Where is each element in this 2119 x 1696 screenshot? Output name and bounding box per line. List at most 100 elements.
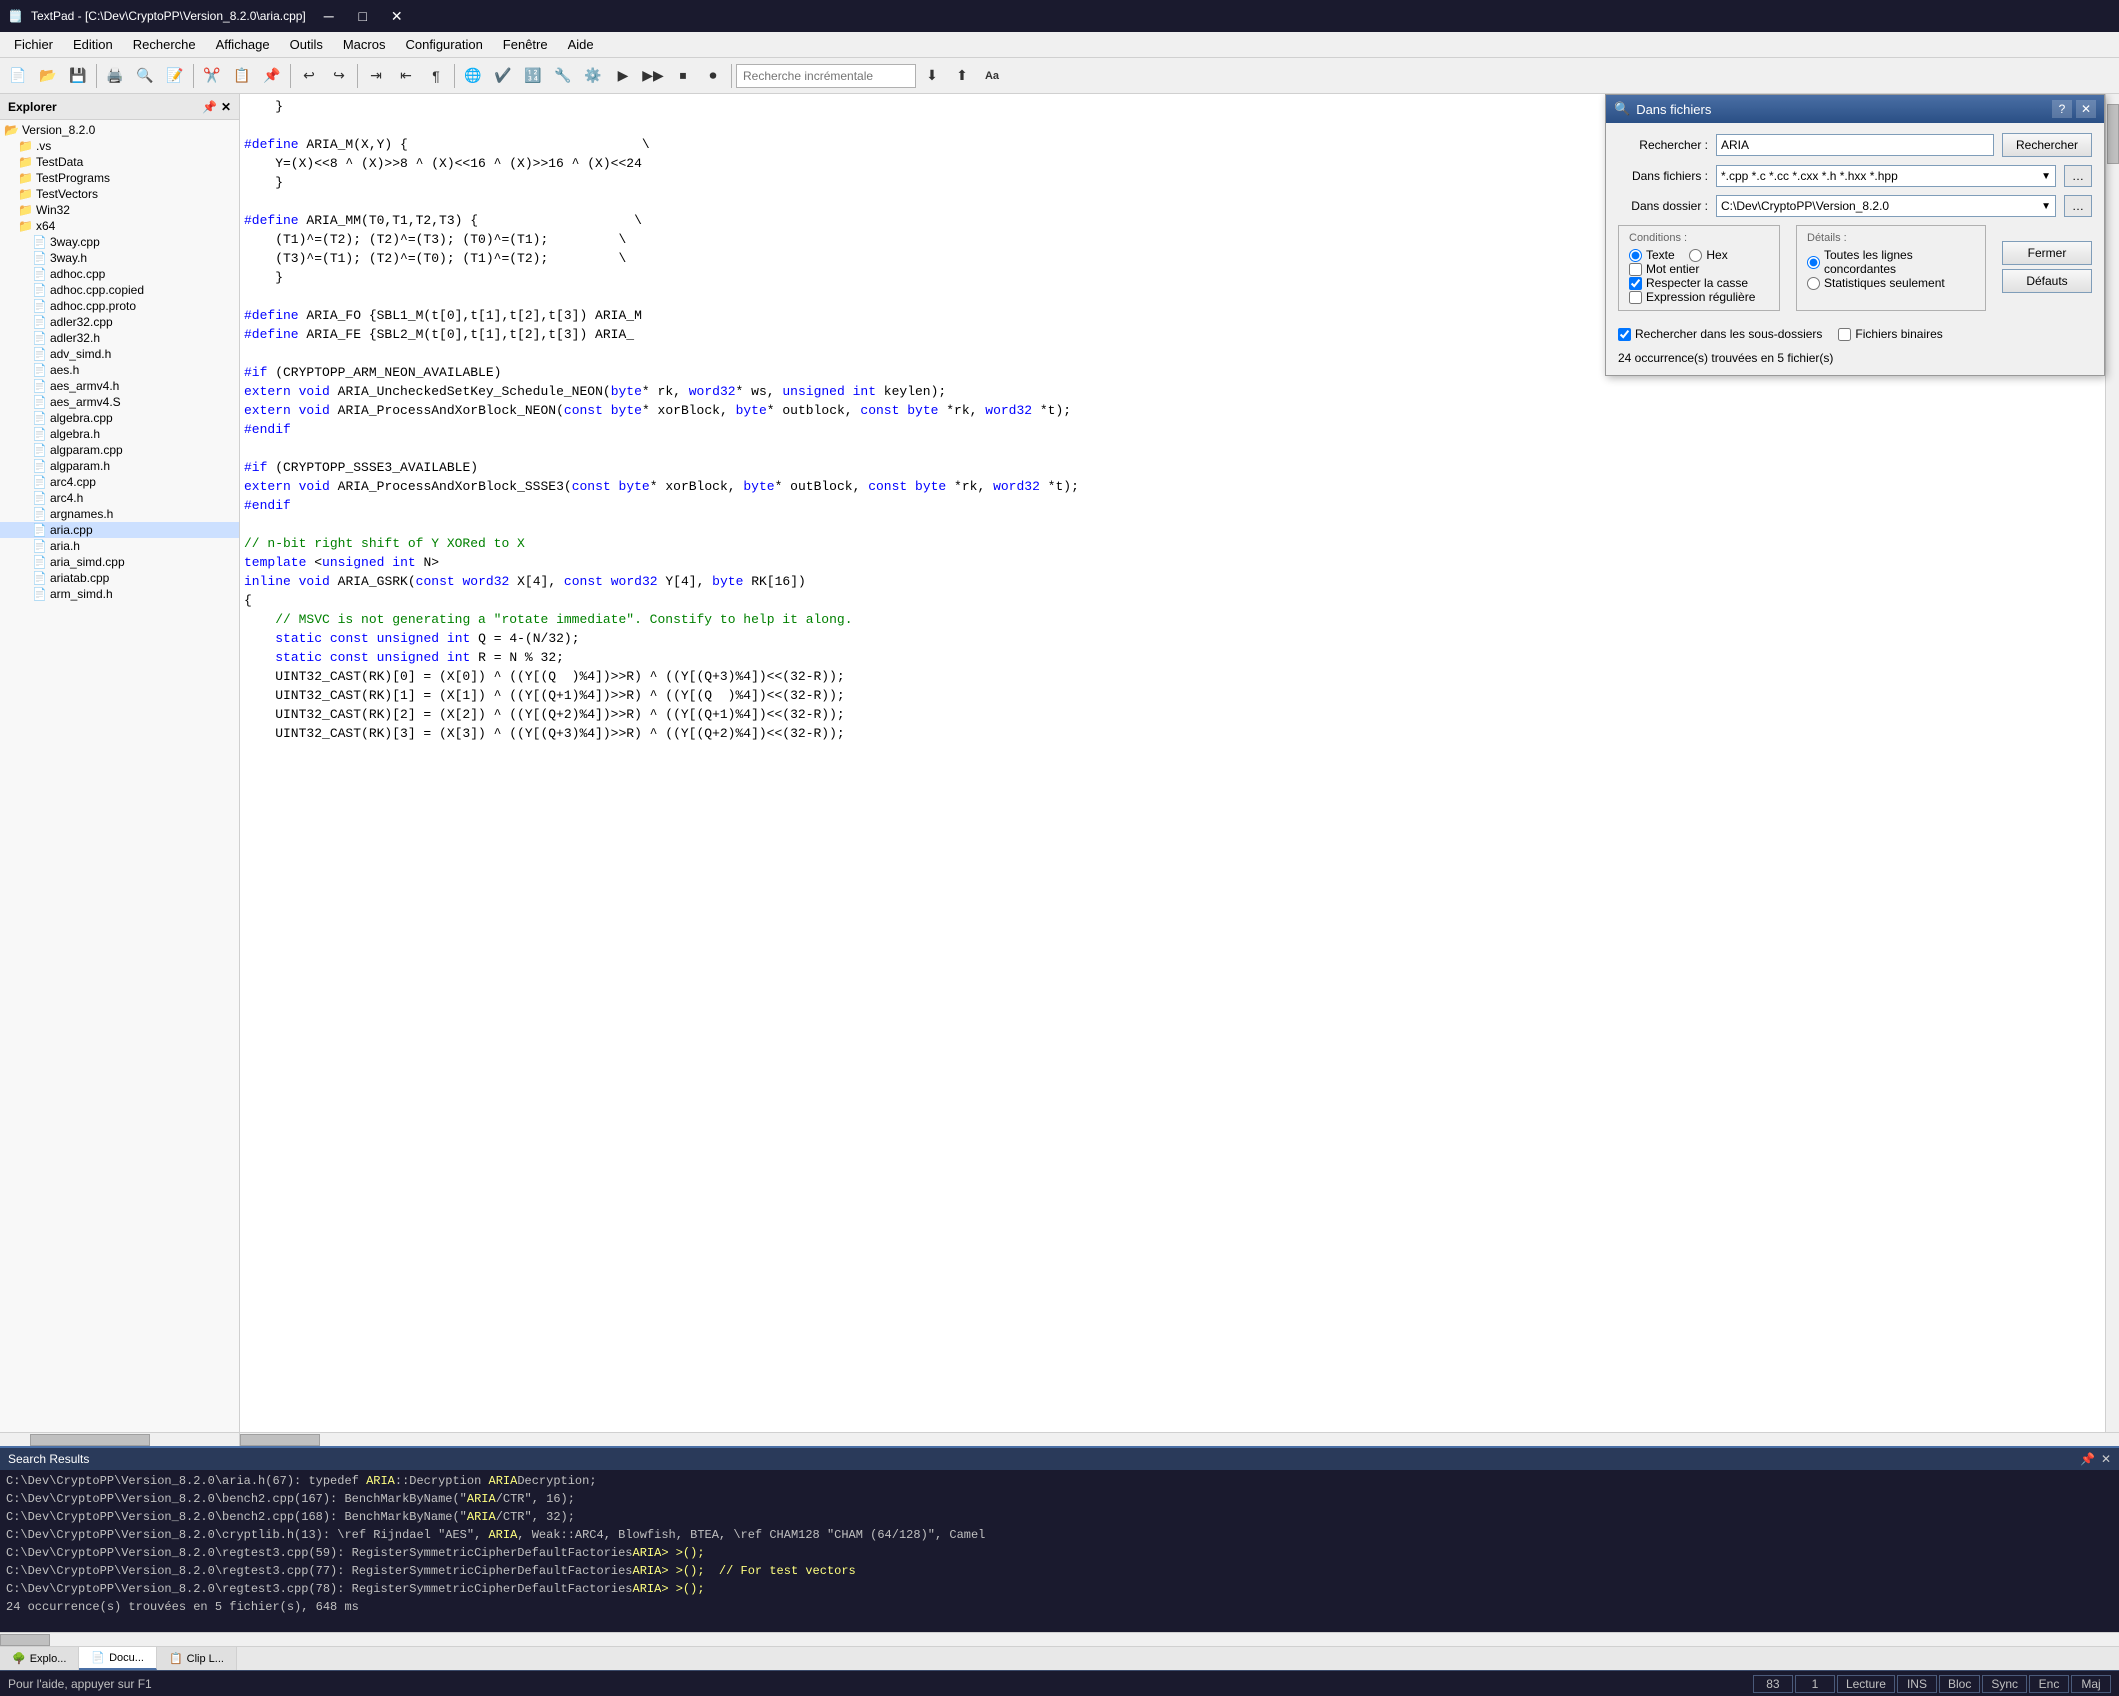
new-button[interactable]: 📄 — [4, 62, 32, 90]
tree-item-aria-h[interactable]: 📄aria.h — [0, 538, 239, 554]
menu-configuration[interactable]: Configuration — [395, 32, 492, 57]
indent-button[interactable]: ⇥ — [362, 62, 390, 90]
tree-item-algparam-h[interactable]: 📄algparam.h — [0, 458, 239, 474]
menu-fichier[interactable]: Fichier — [4, 32, 63, 57]
editor-h-scrollbar[interactable] — [240, 1432, 2119, 1446]
search-next-button[interactable]: ⬆ — [948, 62, 976, 90]
in-files-browse-button[interactable]: … — [2064, 165, 2092, 187]
find-dialog-close-button[interactable]: ✕ — [2076, 100, 2096, 118]
hex-radio[interactable] — [1689, 249, 1702, 262]
find-dialog-help-button[interactable]: ? — [2052, 100, 2072, 118]
tree-item-aes-armv4-s[interactable]: 📄aes_armv4.S — [0, 394, 239, 410]
match-case-toolbar-button[interactable]: Aa — [978, 62, 1006, 90]
tree-item-x64[interactable]: 📁x64 — [0, 218, 239, 234]
tree-item-adhoc-cpp-proto[interactable]: 📄adhoc.cpp.proto — [0, 298, 239, 314]
sidebar-h-scrollthumb[interactable] — [30, 1434, 150, 1446]
bottom-panel-close-icon[interactable]: ✕ — [2101, 1452, 2111, 1466]
sidebar-close-icon[interactable]: ✕ — [221, 100, 231, 114]
menu-recherche[interactable]: Recherche — [123, 32, 206, 57]
tree-item-arc4-h[interactable]: 📄arc4.h — [0, 490, 239, 506]
cut-button[interactable]: ✂️ — [198, 62, 226, 90]
tree-item-aes-armv4-h[interactable]: 📄aes_armv4.h — [0, 378, 239, 394]
editor-v-scrollthumb[interactable] — [2107, 104, 2119, 164]
editor-h-scrollthumb[interactable] — [240, 1434, 320, 1446]
tab-explorer[interactable]: 🌳 Explo... — [0, 1647, 79, 1670]
tree-item-ariatab-cpp[interactable]: 📄ariatab.cpp — [0, 570, 239, 586]
menu-aide[interactable]: Aide — [558, 32, 604, 57]
incremental-search-input[interactable] — [736, 64, 916, 88]
tree-item-adler32-cpp[interactable]: 📄adler32.cpp — [0, 314, 239, 330]
menu-outils[interactable]: Outils — [280, 32, 333, 57]
redo-button[interactable]: ↪ — [325, 62, 353, 90]
tree-item-adhoc-cpp-copied[interactable]: 📄adhoc.cpp.copied — [0, 282, 239, 298]
binary-files-checkbox[interactable] — [1838, 328, 1851, 341]
close-button[interactable]: ✕ — [382, 6, 412, 26]
regex-checkbox[interactable] — [1629, 291, 1642, 304]
check-button[interactable]: ✔️ — [489, 62, 517, 90]
tab-clipboard[interactable]: 📋 Clip L... — [157, 1647, 237, 1670]
tree-item-testdata[interactable]: 📁TestData — [0, 154, 239, 170]
tree-item-algebra-h[interactable]: 📄algebra.h — [0, 426, 239, 442]
editor-v-scrollbar[interactable] — [2105, 94, 2119, 1432]
save-button[interactable]: 💾 — [64, 62, 92, 90]
results-h-scrollbar[interactable] — [0, 1632, 2119, 1646]
menu-edition[interactable]: Edition — [63, 32, 123, 57]
maximize-button[interactable]: □ — [348, 6, 378, 26]
spell-button[interactable]: 📝 — [161, 62, 189, 90]
paste-button[interactable]: 📌 — [258, 62, 286, 90]
macro-button[interactable]: ⚙️ — [579, 62, 607, 90]
tools-button[interactable]: 🔧 — [549, 62, 577, 90]
menu-fenetre[interactable]: Fenêtre — [493, 32, 558, 57]
tree-item-algparam-cpp[interactable]: 📄algparam.cpp — [0, 442, 239, 458]
run2-button[interactable]: ▶▶ — [639, 62, 667, 90]
tree-item-arc4-cpp[interactable]: 📄arc4.cpp — [0, 474, 239, 490]
globe-button[interactable]: 🌐 — [459, 62, 487, 90]
sidebar-pin-icon[interactable]: 📌 — [202, 100, 217, 114]
outdent-button[interactable]: ⇤ — [392, 62, 420, 90]
bottom-panel-pin-icon[interactable]: 📌 — [2080, 1452, 2095, 1466]
in-files-dropdown[interactable]: *.cpp *.c *.cc *.cxx *.h *.hxx *.hpp ▼ — [1716, 165, 2056, 187]
result-line[interactable]: C:\Dev\CryptoPP\Version_8.2.0\cryptlib.h… — [4, 1526, 2115, 1544]
tree-item--vs[interactable]: 📁.vs — [0, 138, 239, 154]
stop-button[interactable]: ⏹ — [669, 62, 697, 90]
tree-item-aria-simd-cpp[interactable]: 📄aria_simd.cpp — [0, 554, 239, 570]
result-line[interactable]: C:\Dev\CryptoPP\Version_8.2.0\aria.h(67)… — [4, 1472, 2115, 1490]
record-button[interactable]: ⏺ — [699, 62, 727, 90]
in-folder-browse-button[interactable]: … — [2064, 195, 2092, 217]
in-folder-dropdown[interactable]: C:\Dev\CryptoPP\Version_8.2.0 ▼ — [1716, 195, 2056, 217]
results-h-scrollthumb[interactable] — [0, 1634, 50, 1646]
tree-item-testvectors[interactable]: 📁TestVectors — [0, 186, 239, 202]
result-line[interactable]: C:\Dev\CryptoPP\Version_8.2.0\bench2.cpp… — [4, 1508, 2115, 1526]
defaults-button[interactable]: Défauts — [2002, 269, 2092, 293]
search-results[interactable]: C:\Dev\CryptoPP\Version_8.2.0\aria.h(67)… — [0, 1470, 2119, 1632]
result-line[interactable]: C:\Dev\CryptoPP\Version_8.2.0\regtest3.c… — [4, 1544, 2115, 1562]
stats-only-radio[interactable] — [1807, 277, 1820, 290]
text-radio[interactable] — [1629, 249, 1642, 262]
run-button[interactable]: ▶ — [609, 62, 637, 90]
tree-item-testprograms[interactable]: 📁TestPrograms — [0, 170, 239, 186]
open-button[interactable]: 📂 — [34, 62, 62, 90]
print-preview-button[interactable]: 🔍 — [131, 62, 159, 90]
tree-item-arm-simd-h[interactable]: 📄arm_simd.h — [0, 586, 239, 602]
search-prev-button[interactable]: ⬇ — [918, 62, 946, 90]
tree-item-aes-h[interactable]: 📄aes.h — [0, 362, 239, 378]
tree-item-algebra-cpp[interactable]: 📄algebra.cpp — [0, 410, 239, 426]
match-case-checkbox[interactable] — [1629, 277, 1642, 290]
sidebar-h-scrollbar[interactable] — [0, 1432, 239, 1446]
close-button[interactable]: Fermer — [2002, 241, 2092, 265]
tree-item-version-8-2-0[interactable]: 📂Version_8.2.0 — [0, 122, 239, 138]
menu-macros[interactable]: Macros — [333, 32, 396, 57]
whole-word-checkbox[interactable] — [1629, 263, 1642, 276]
tree-item-3way-h[interactable]: 📄3way.h — [0, 250, 239, 266]
tree-item-aria-cpp[interactable]: 📄aria.cpp — [0, 522, 239, 538]
search-subfolders-checkbox[interactable] — [1618, 328, 1631, 341]
undo-button[interactable]: ↩ — [295, 62, 323, 90]
result-line[interactable]: 24 occurrence(s) trouvées en 5 fichier(s… — [4, 1598, 2115, 1616]
copy-button[interactable]: 📋 — [228, 62, 256, 90]
tree-item-adhoc-cpp[interactable]: 📄adhoc.cpp — [0, 266, 239, 282]
result-line[interactable]: C:\Dev\CryptoPP\Version_8.2.0\regtest3.c… — [4, 1580, 2115, 1598]
tab-document[interactable]: 📄 Docu... — [79, 1647, 157, 1670]
tree-item-win32[interactable]: 📁Win32 — [0, 202, 239, 218]
minimize-button[interactable]: ─ — [314, 6, 344, 26]
all-lines-radio[interactable] — [1807, 256, 1820, 269]
